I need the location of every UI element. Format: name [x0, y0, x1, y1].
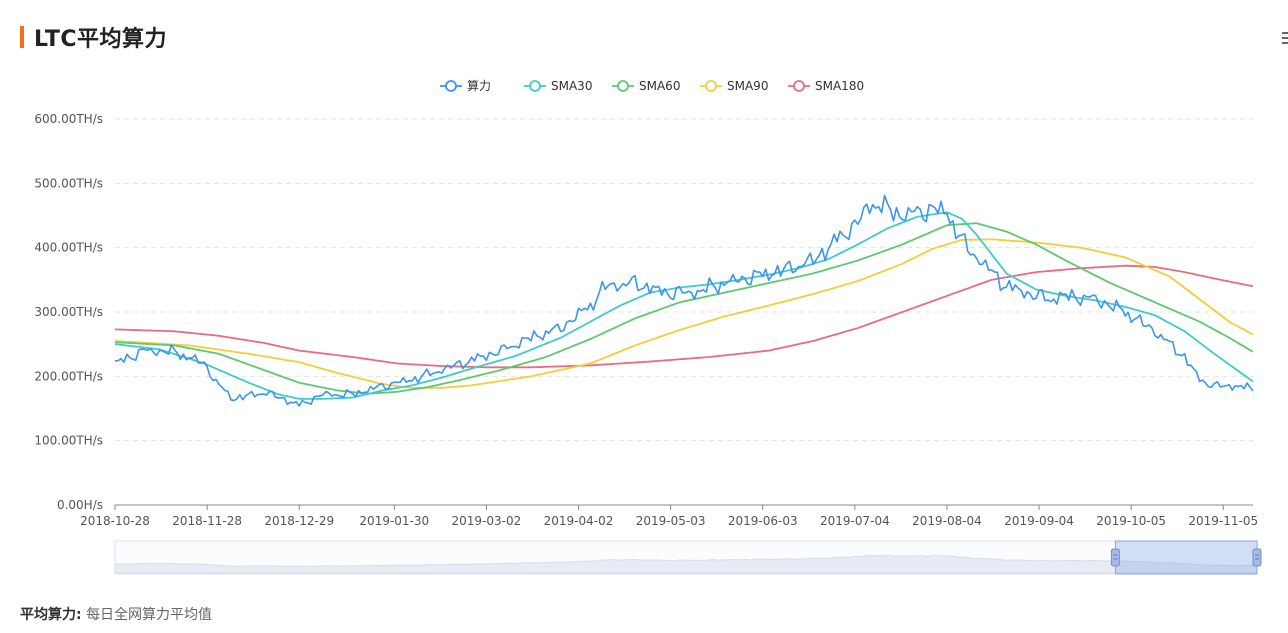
legend-marker: [617, 80, 629, 92]
legend-marker: [705, 80, 717, 92]
series-line-3: [114, 238, 1254, 389]
handle-grip: [1252, 548, 1262, 567]
legend-marker: [445, 80, 457, 92]
x-tick-label: 2018-10-28: [80, 514, 150, 528]
x-tick-label: 2019-08-04: [912, 514, 982, 528]
x-tick-label: 2019-06-03: [728, 514, 798, 528]
y-tick-label: 200.00TH/s: [34, 369, 103, 383]
chart-grid: [115, 118, 1253, 442]
legend-label: SMA180: [815, 79, 864, 93]
chart-svg: 算力 SMA30 SMA60 SMA90 SMA180 0.00H/s 100.00TH/…: [34, 78, 1262, 575]
chart-legend: 算力 SMA30 SMA60 SMA90 SMA180: [440, 78, 864, 93]
navigator-handle-left[interactable]: [1110, 548, 1120, 567]
y-tick-label: 0.00H/s: [57, 498, 103, 512]
x-tick-label: 2019-07-04: [820, 514, 890, 528]
legend-marker: [793, 80, 805, 92]
footer-label: 平均算力:: [20, 607, 82, 623]
series-line-4: [114, 264, 1254, 369]
navigator-selection[interactable]: [1114, 540, 1258, 575]
x-tick-label: 2019-04-02: [544, 514, 614, 528]
y-tick-label: 400.00TH/s: [34, 241, 103, 255]
legend-label: SMA30: [551, 79, 592, 93]
chart-footer: 平均算力: 每日全网算力平均值: [20, 604, 212, 624]
y-tick-label: 600.00TH/s: [34, 112, 103, 126]
y-axis: 0.00H/s 100.00TH/s 200.00TH/s 300.00TH/s 400…: [34, 112, 103, 512]
x-tick-label: 2019-01-30: [359, 514, 429, 528]
footer-text: 每日全网算力平均值: [86, 607, 213, 623]
legend-label: 算力: [467, 78, 491, 93]
navigator-handle-right[interactable]: [1252, 548, 1262, 567]
chart-series: [114, 194, 1254, 407]
x-axis: 2018-10-28 2018-11-28 2018-12-29 2019-01-30…: [80, 504, 1258, 528]
y-tick-label: 500.00TH/s: [34, 176, 103, 190]
legend-item[interactable]: 算力: [440, 78, 491, 93]
legend-item[interactable]: SMA60: [612, 79, 680, 93]
legend-item[interactable]: SMA180: [788, 79, 864, 93]
series-line-1: [114, 211, 1254, 400]
data-zoom-navigator: [114, 540, 1262, 575]
y-tick-label: 100.00TH/s: [34, 434, 103, 448]
x-tick-label: 2019-05-03: [636, 514, 706, 528]
legend-item[interactable]: SMA90: [700, 79, 768, 93]
x-tick-label: 2019-03-02: [452, 514, 522, 528]
handle-grip: [1110, 548, 1120, 567]
x-tick-label: 2019-10-05: [1096, 514, 1166, 528]
x-tick-label: 2018-11-28: [172, 514, 242, 528]
x-tick-label: 2019-09-04: [1004, 514, 1074, 528]
legend-item[interactable]: SMA30: [524, 79, 592, 93]
legend-label: SMA60: [639, 79, 680, 93]
y-tick-label: 300.00TH/s: [34, 305, 103, 319]
legend-label: SMA90: [727, 79, 768, 93]
x-tick-label: 2019-11-05: [1188, 514, 1258, 528]
legend-marker: [529, 80, 541, 92]
x-tick-label: 2018-12-29: [264, 514, 334, 528]
